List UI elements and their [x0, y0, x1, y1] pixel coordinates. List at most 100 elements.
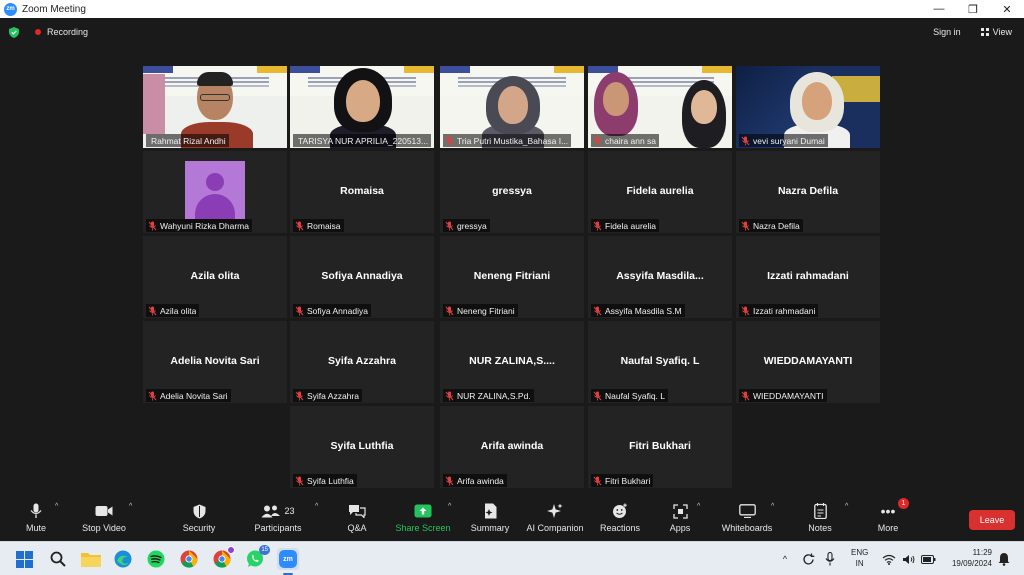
security-button[interactable]: Security	[163, 501, 235, 539]
participant-name-label: NUR ZALINA,S.Pd.	[443, 389, 534, 402]
participant-center-name: WIEDDAMAYANTI	[763, 355, 853, 367]
participant-tile[interactable]: Syifa Luthfia Syifa Luthfia	[290, 406, 434, 488]
participant-tile[interactable]: WIEDDAMAYANTI WIEDDAMAYANTI	[736, 321, 880, 403]
participant-tile[interactable]: Romaisa Romaisa	[290, 151, 434, 233]
participant-tile[interactable]: Fitri Bukhari Fitri Bukhari	[588, 406, 732, 488]
whatsapp-icon[interactable]: 15	[244, 545, 270, 570]
video-tile[interactable]: vevi suryani Dumai	[736, 66, 880, 148]
quick-settings[interactable]	[882, 542, 936, 575]
video-tile[interactable]: chaira ann sa	[588, 66, 732, 148]
zoom-meeting-window: zm Zoom Meeting — ❐ ✕ Recording Sign in …	[0, 0, 1024, 575]
meeting-top-bar: Recording Sign in View	[0, 18, 1024, 46]
participant-tile[interactable]: NUR ZALINA,S.... NUR ZALINA,S.Pd.	[440, 321, 584, 403]
whiteboards-options-chevron-icon[interactable]: ^	[771, 503, 774, 510]
participant-tile[interactable]: Fidela aurelia Fidela aurelia	[588, 151, 732, 233]
participant-name-label: Syifa Azzahra	[293, 389, 362, 402]
sync-icon[interactable]	[802, 553, 815, 566]
notes-options-chevron-icon[interactable]: ^	[845, 503, 848, 510]
maximize-button[interactable]: ❐	[956, 0, 990, 18]
whiteboard-icon	[738, 504, 756, 518]
more-button[interactable]: ••• More	[852, 501, 924, 539]
search-icon[interactable]	[47, 548, 69, 570]
video-tile-active-speaker[interactable]: TARISYA NUR APRILIA_220513...	[290, 66, 434, 148]
participant-name-label: Syifa Luthfia	[293, 474, 357, 487]
apps-button[interactable]: Apps	[644, 501, 716, 539]
participant-tile[interactable]: Arifa awinda Arifa awinda	[440, 406, 584, 488]
system-tray: ^	[778, 542, 835, 575]
mic-muted-icon	[593, 221, 602, 230]
participant-tile[interactable]: Neneng Fitriani Neneng Fitriani	[440, 236, 584, 318]
participant-center-name: Syifa Azzahra	[328, 355, 396, 367]
video-options-chevron-icon[interactable]: ^	[129, 503, 132, 510]
participant-name-label: vevi suryani Dumai	[739, 134, 828, 147]
participants-button[interactable]: 23 Participants	[242, 501, 314, 539]
encryption-shield-icon[interactable]	[9, 26, 19, 38]
leave-button[interactable]: Leave	[969, 510, 1015, 530]
participant-tile[interactable]: Syifa Azzahra Syifa Azzahra	[290, 321, 434, 403]
window-controls: — ❐ ✕	[922, 0, 1024, 18]
share-options-chevron-icon[interactable]: ^	[448, 503, 451, 510]
chrome-icon[interactable]	[178, 548, 200, 570]
participant-name-label: Fitri Bukhari	[591, 474, 654, 487]
mic-muted-icon	[295, 476, 304, 485]
ai-companion-button[interactable]: AI Companion	[519, 501, 591, 539]
participant-center-name: Nazra Defila	[777, 185, 839, 197]
spotify-icon[interactable]	[145, 548, 167, 570]
language-indicator[interactable]: ENG IN	[851, 547, 868, 569]
more-notification-badge: 1	[898, 498, 909, 509]
video-tile[interactable]: Rahmat Rizal Andhi	[143, 66, 287, 148]
apps-options-chevron-icon[interactable]: ^	[697, 503, 700, 510]
view-button[interactable]: View	[980, 27, 1012, 37]
participant-tile[interactable]: Nazra Defila Nazra Defila	[736, 151, 880, 233]
participant-center-name: Naufal Syafiq. L	[620, 355, 700, 367]
participant-name-label: Izzati rahmadani	[739, 304, 819, 317]
mute-button[interactable]: Mute	[0, 501, 72, 539]
participant-name-label: Nazra Defila	[739, 219, 803, 232]
mic-muted-icon	[593, 391, 602, 400]
close-button[interactable]: ✕	[990, 0, 1024, 18]
participant-tile[interactable]: Adelia Novita Sari Adelia Novita Sari	[143, 321, 287, 403]
video-tile[interactable]: Tria Putri Mustika_Bahasa I...	[440, 66, 584, 148]
edge-icon[interactable]	[112, 548, 134, 570]
grid-view-icon	[980, 28, 989, 36]
recording-dot-icon	[35, 29, 41, 35]
mic-muted-icon	[741, 221, 750, 230]
participant-tile[interactable]: Assyifa Masdila... Assyifa Masdila S.M	[588, 236, 732, 318]
sign-in-button[interactable]: Sign in	[933, 27, 961, 37]
participant-center-name: Arifa awinda	[480, 440, 544, 452]
mic-muted-icon	[295, 306, 304, 315]
participant-tile[interactable]: Sofiya Annadiya Sofiya Annadiya	[290, 236, 434, 318]
participant-center-name: Fitri Bukhari	[629, 440, 691, 452]
mute-options-chevron-icon[interactable]: ^	[55, 503, 58, 510]
system-clock[interactable]: 11:29 19/09/2024	[942, 547, 992, 569]
participant-tile[interactable]: gressya gressya	[440, 151, 584, 233]
participant-name-label: Rahmat Rizal Andhi	[146, 134, 229, 147]
participant-tile[interactable]: Naufal Syafiq. L Naufal Syafiq. L	[588, 321, 732, 403]
participant-center-name: Assyifa Masdila...	[616, 270, 704, 282]
zoom-icon[interactable]: zm	[277, 548, 299, 570]
mic-muted-icon	[148, 391, 157, 400]
tray-overflow-chevron-icon[interactable]: ^	[778, 554, 792, 564]
title-bar: zm Zoom Meeting — ❐ ✕	[0, 0, 1024, 18]
participant-tile[interactable]: Azila olita Azila olita	[143, 236, 287, 318]
summary-button[interactable]: Summary	[454, 501, 526, 539]
minimize-button[interactable]: —	[922, 0, 956, 18]
more-dots-icon: •••	[880, 503, 896, 519]
mic-muted-icon	[741, 391, 750, 400]
chrome-profile-icon[interactable]	[211, 546, 235, 570]
file-explorer-icon[interactable]	[80, 548, 102, 570]
participants-options-chevron-icon[interactable]: ^	[315, 503, 318, 510]
participant-tile[interactable]: Wahyuni Rizka Dharma	[143, 151, 287, 233]
recording-status[interactable]: Recording	[47, 27, 88, 37]
participant-center-name: Syifa Luthfia	[330, 440, 394, 452]
participant-name-label: Naufal Syafiq. L	[591, 389, 669, 402]
notification-bell-icon[interactable]	[998, 552, 1010, 566]
microphone-tray-icon[interactable]	[825, 552, 835, 566]
participant-name-label: Azila olita	[146, 304, 200, 317]
participant-name-label: TARISYA NUR APRILIA_220513...	[293, 134, 432, 147]
participant-name-label: Neneng Fitriani	[443, 304, 518, 317]
start-icon[interactable]	[13, 548, 35, 570]
participant-tile[interactable]: Izzati rahmadani Izzati rahmadani	[736, 236, 880, 318]
qa-button[interactable]: Q&A	[321, 501, 393, 539]
participant-center-name: gressya	[492, 185, 532, 197]
